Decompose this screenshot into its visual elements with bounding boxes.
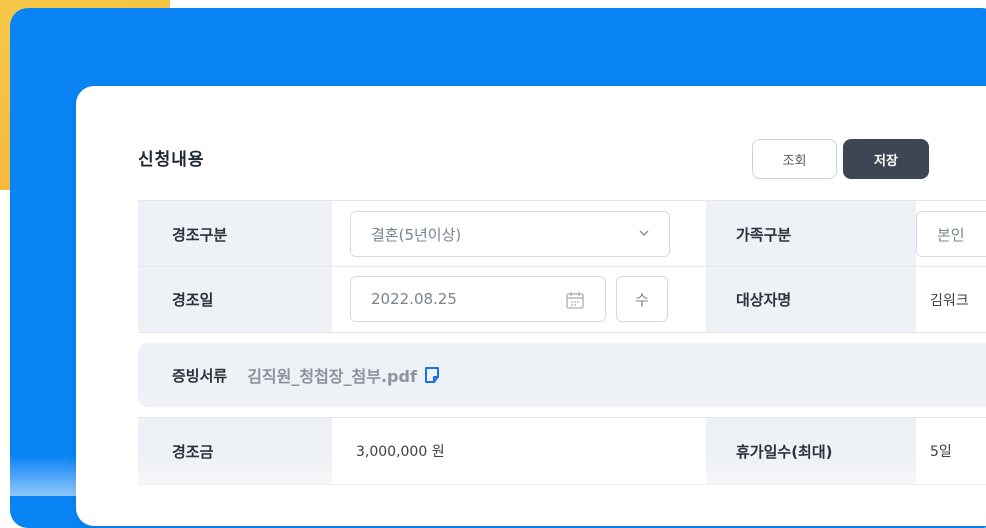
event-type-label: 경조구분 [138, 201, 332, 267]
event-type-value: 결혼(5년이상) [371, 225, 462, 244]
event-date-input[interactable]: 2022.08.25 [350, 276, 606, 322]
family-type-select[interactable]: 본인 [916, 211, 986, 257]
leave-days-value: 5일 [930, 444, 952, 460]
section-title: 신청내용 [138, 150, 205, 170]
amount-label: 경조금 [138, 418, 332, 484]
search-button[interactable]: 조회 [752, 139, 837, 179]
target-name-value: 김워크 [930, 292, 969, 309]
edit-date-button[interactable]: 수 [616, 276, 668, 322]
file-icon[interactable] [423, 366, 441, 384]
event-date-label: 경조일 [138, 267, 332, 332]
documents-label: 증빙서류 [172, 366, 228, 385]
event-type-select[interactable]: 결혼(5년이상) [350, 211, 670, 257]
chevron-down-icon [637, 226, 651, 244]
calendar-icon[interactable] [565, 290, 585, 314]
family-type-value: 본인 [937, 225, 965, 244]
target-name-label: 대상자명 [706, 267, 916, 332]
edit-date-label: 수 [635, 290, 649, 309]
form-row-event-date: 경조일 2022.08.25 수 대상자명 김워크 [138, 266, 986, 333]
amount-value: 3,000,000 원 [356, 444, 445, 460]
event-date-value: 2022.08.25 [371, 290, 457, 308]
document-file-link[interactable]: 김직원_청첩장_첨부.pdf [247, 363, 417, 387]
documents-row: 증빙서류 김직원_청첩장_첨부.pdf [138, 343, 986, 407]
form-row-event-type: 경조구분 결혼(5년이상) 가족구분 본인 [138, 200, 986, 267]
save-button[interactable]: 저장 [843, 139, 929, 179]
leave-days-label: 휴가일수(최대) [706, 418, 916, 484]
form-row-amount: 경조금 3,000,000 원 휴가일수(최대) 5일 [138, 417, 986, 485]
family-type-label: 가족구분 [706, 201, 916, 267]
